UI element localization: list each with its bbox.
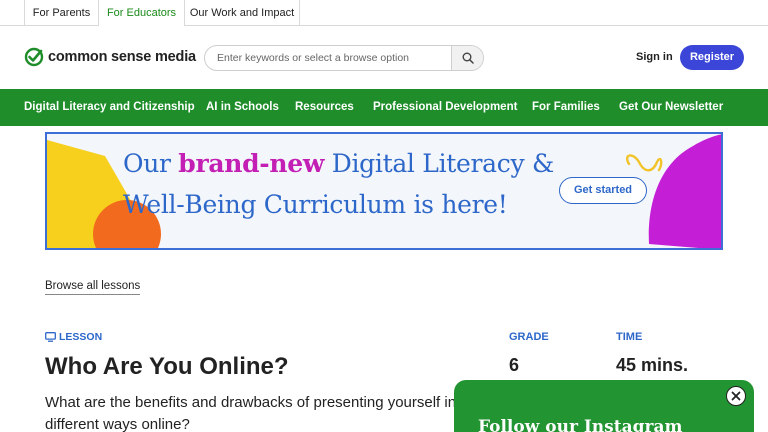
browse-all-lessons-link[interactable]: Browse all lessons [45, 280, 141, 295]
search-input[interactable] [217, 46, 447, 70]
instagram-popup: Follow our Instagram [454, 380, 754, 432]
banner-headline-line-1: Our brand-new Digital Literacy & [123, 149, 554, 178]
audience-tabs: For Parents For Educators Our Work and I… [0, 0, 768, 27]
nav-digital-literacy[interactable]: Digital Literacy and Citizenship [24, 89, 195, 126]
banner-headline-line-2: Well-Being Curriculum is here! [123, 190, 508, 219]
monitor-icon [45, 332, 56, 342]
logo[interactable]: common sense media [24, 47, 196, 67]
time-value: 45 mins. [616, 355, 689, 375]
nav-professional-development[interactable]: Professional Development [373, 89, 517, 126]
logo-text: common sense media [48, 49, 196, 65]
lesson-tag: LESSON [45, 331, 102, 343]
get-started-button[interactable]: Get started [559, 177, 647, 204]
grade-value: 6 [509, 355, 520, 375]
nav-ai-in-schools[interactable]: AI in Schools [206, 89, 279, 126]
search-button[interactable] [451, 46, 483, 70]
tab-for-parents[interactable]: For Parents [24, 0, 98, 26]
banner-text-pre: Our [123, 149, 179, 178]
lesson-description: What are the benefits and drawbacks of p… [45, 394, 457, 432]
nav-newsletter[interactable]: Get Our Newsletter [619, 89, 723, 126]
close-popup-button[interactable] [726, 386, 746, 406]
search-icon [462, 52, 474, 64]
banner-highlight: brand-new [178, 149, 325, 178]
search-box [204, 45, 484, 71]
nav-for-families[interactable]: For Families [532, 89, 600, 126]
lesson-title: Who Are You Online? [45, 353, 289, 380]
banner-text-post: Digital Literacy & [324, 149, 554, 178]
close-icon [731, 391, 741, 401]
register-button[interactable]: Register [680, 45, 744, 70]
sign-in-link[interactable]: Sign in [636, 51, 673, 63]
site-header: common sense media Sign in Register [0, 26, 768, 89]
curriculum-banner[interactable]: Our brand-new Digital Literacy & Well-Be… [45, 132, 723, 250]
yellow-squiggle [625, 154, 663, 172]
tab-for-educators[interactable]: For Educators [98, 0, 184, 27]
main-nav: Digital Literacy and Citizenship AI in S… [0, 89, 768, 126]
tab-our-work-and-impact[interactable]: Our Work and Impact [184, 0, 300, 26]
checkmark-logo-icon [24, 47, 44, 67]
lesson-tag-label: LESSON [59, 331, 103, 343]
time-label: TIME [616, 331, 643, 343]
magenta-shape [648, 134, 721, 248]
popup-title: Follow our Instagram [478, 417, 683, 432]
nav-resources[interactable]: Resources [295, 89, 354, 126]
grade-label: GRADE [509, 331, 549, 343]
